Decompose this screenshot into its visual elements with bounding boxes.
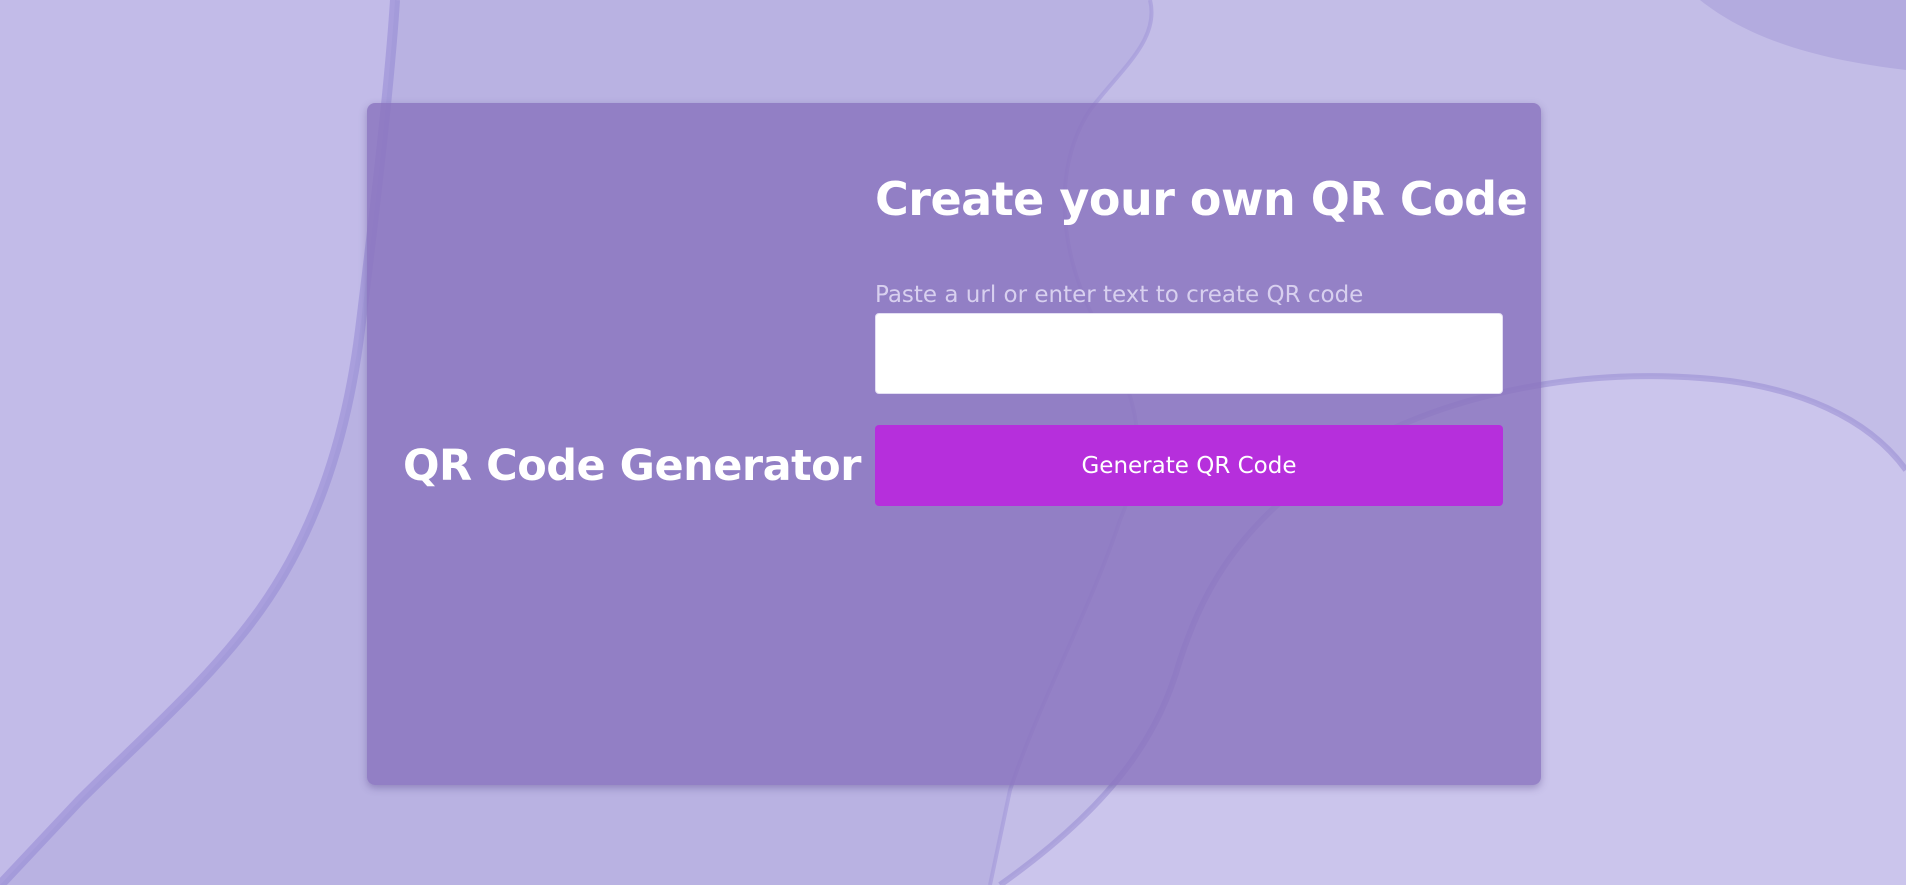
qr-text-input[interactable] [875, 313, 1503, 394]
input-label: Paste a url or enter text to create QR c… [875, 282, 1364, 308]
generate-qr-button[interactable]: Generate QR Code [875, 425, 1503, 506]
form-title: Create your own QR Code [875, 172, 1528, 226]
brand-title: QR Code Generator [403, 441, 861, 491]
